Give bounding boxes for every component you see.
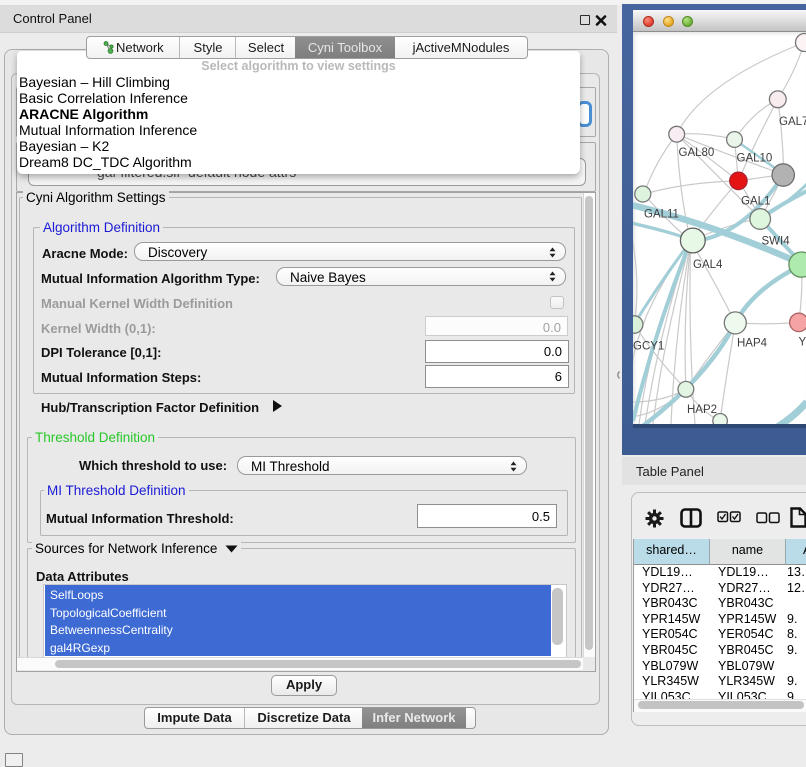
svg-text:GAL4: GAL4: [693, 259, 723, 271]
svg-text:HAP4: HAP4: [737, 338, 768, 350]
svg-text:GAL11: GAL11: [644, 209, 679, 221]
svg-text:Y: Y: [799, 337, 806, 349]
svg-text:SWI4: SWI4: [762, 236, 791, 248]
svg-text:GAL80: GAL80: [679, 147, 715, 159]
svg-text:HAP2: HAP2: [687, 404, 717, 416]
svg-text:GAL7: GAL7: [779, 116, 806, 128]
svg-text:GAL1: GAL1: [741, 196, 770, 208]
svg-text:GAL10: GAL10: [737, 153, 773, 165]
svg-text:GCY1: GCY1: [633, 341, 664, 353]
